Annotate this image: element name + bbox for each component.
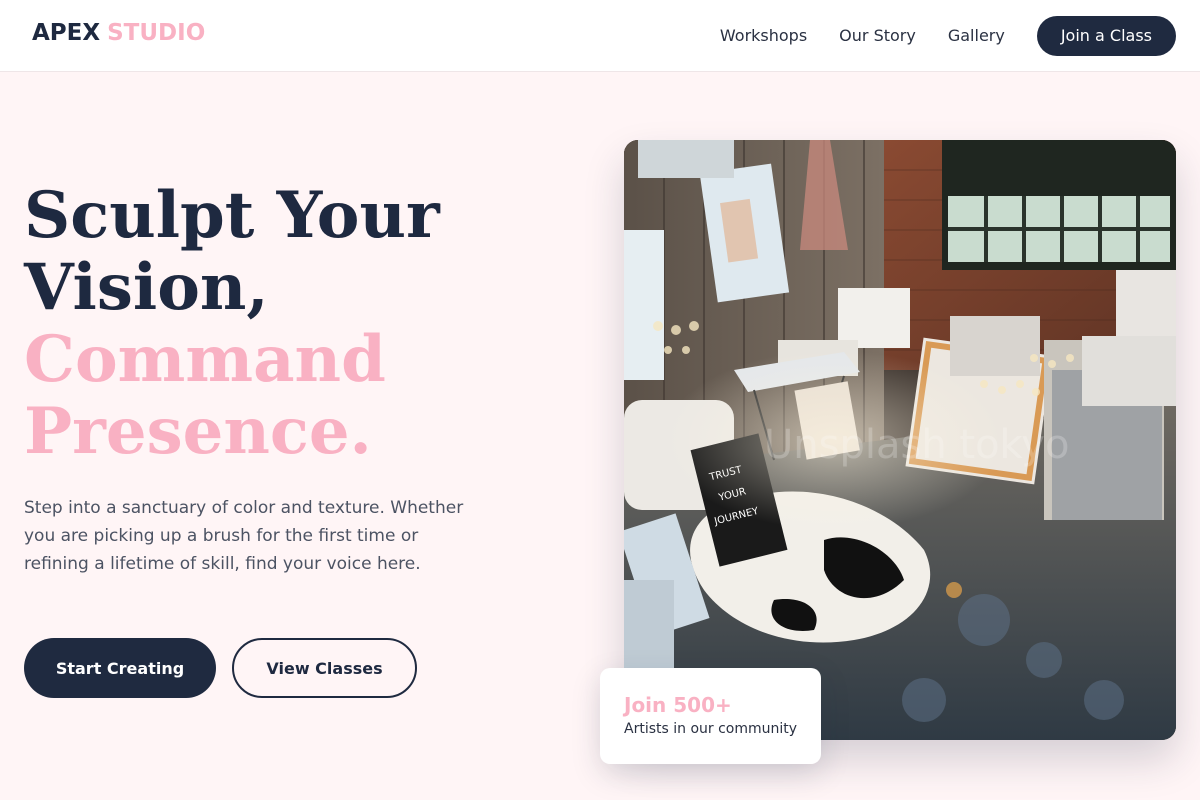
view-classes-button[interactable]: View Classes <box>232 638 417 698</box>
brand-secondary: STUDIO <box>107 20 206 46</box>
brand-logo[interactable]: APEX STUDIO <box>32 20 205 46</box>
community-stat-card: Join 500+ Artists in our community <box>600 668 821 764</box>
image-watermark: Unsplash tokyo <box>764 422 1069 468</box>
start-creating-button[interactable]: Start Creating <box>24 638 216 698</box>
site-header: APEX STUDIO Workshops Our Story Gallery J… <box>0 0 1200 72</box>
headline-line-2: Vision, <box>24 250 269 325</box>
nav-link-gallery[interactable]: Gallery <box>948 16 1005 56</box>
headline-line-4: Presence. <box>24 394 372 469</box>
community-label: Artists in our community <box>624 721 798 737</box>
art-studio-photo: TRUST YOUR JOURNEY Unsplash toky <box>624 140 1176 740</box>
nav-link-our-story[interactable]: Our Story <box>839 16 916 56</box>
headline-line-1: Sculpt Your <box>24 178 440 253</box>
headline-line-3: Command <box>24 322 386 397</box>
hero-headline: Sculpt Your Vision, Command Presence. <box>24 180 544 468</box>
hero-description: Step into a sanctuary of color and textu… <box>24 498 464 574</box>
join-class-button[interactable]: Join a Class <box>1036 16 1176 56</box>
main-nav: Workshops Our Story Gallery Join a Class <box>720 16 1176 56</box>
nav-link-workshops[interactable]: Workshops <box>720 16 807 56</box>
studio-illustration: TRUST YOUR JOURNEY Unsplash toky <box>624 140 1176 740</box>
brand-primary: APEX <box>32 20 101 46</box>
community-count: Join 500+ <box>624 693 732 717</box>
